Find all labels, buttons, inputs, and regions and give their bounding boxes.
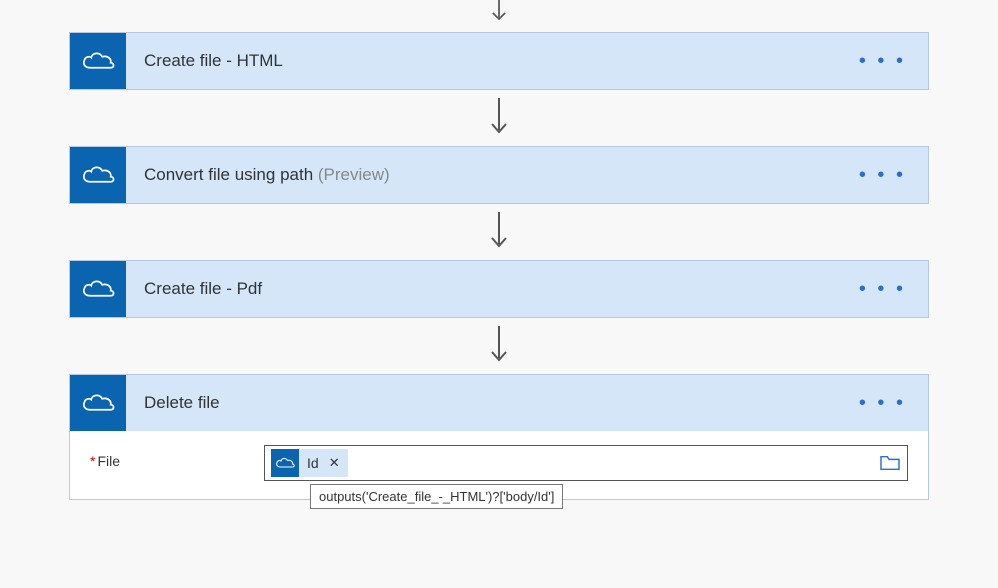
action-card-create-html[interactable]: Create file - HTML • • • (69, 32, 929, 90)
onedrive-icon (70, 261, 126, 317)
folder-picker-button[interactable] (879, 454, 901, 472)
field-label-file: *File (90, 445, 252, 469)
file-input-field[interactable]: Id ✕ outputs('Create_file_-_HTML')?['bod… (264, 445, 908, 481)
action-card-delete-file[interactable]: Delete file • • • *File Id ✕ (69, 374, 929, 500)
action-title: Convert file using path (Preview) (126, 165, 837, 185)
onedrive-icon (70, 147, 126, 203)
action-header[interactable]: Delete file • • • (70, 375, 928, 431)
chip-remove-button[interactable]: ✕ (329, 455, 340, 471)
action-menu-button[interactable]: • • • (837, 50, 928, 73)
action-card-convert-file[interactable]: Convert file using path (Preview) • • • (69, 146, 929, 204)
connector-arrow (488, 324, 510, 368)
action-menu-button[interactable]: • • • (837, 392, 928, 415)
connector-arrow (488, 96, 510, 140)
action-title: Create file - Pdf (126, 279, 837, 299)
required-indicator: * (90, 453, 95, 469)
connector-arrow (488, 0, 510, 26)
onedrive-icon (70, 33, 126, 89)
expression-tooltip: outputs('Create_file_-_HTML')?['body/Id'… (310, 484, 563, 509)
action-body: *File Id ✕ outputs('Create_file_-_HTML')… (70, 431, 928, 499)
action-header[interactable]: Create file - HTML • • • (70, 33, 928, 89)
action-card-create-pdf[interactable]: Create file - Pdf • • • (69, 260, 929, 318)
flow-canvas: Create file - HTML • • • Convert file us… (0, 0, 998, 500)
onedrive-icon (70, 375, 126, 431)
action-header[interactable]: Create file - Pdf • • • (70, 261, 928, 317)
action-header[interactable]: Convert file using path (Preview) • • • (70, 147, 928, 203)
chip-label: Id (307, 455, 319, 471)
action-title: Create file - HTML (126, 51, 837, 71)
action-menu-button[interactable]: • • • (837, 164, 928, 187)
dynamic-content-chip[interactable]: Id ✕ (271, 449, 348, 477)
action-menu-button[interactable]: • • • (837, 278, 928, 301)
onedrive-icon (271, 449, 299, 477)
connector-arrow (488, 210, 510, 254)
action-title: Delete file (126, 393, 837, 413)
